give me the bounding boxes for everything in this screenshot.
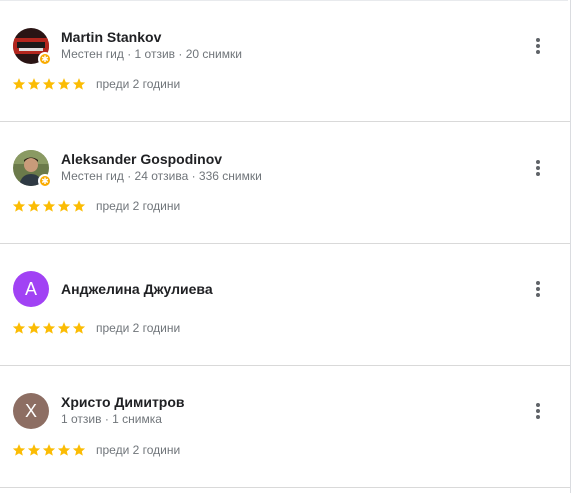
avatar[interactable]: ✱ [13,28,52,66]
rating-row: преди 2 години [12,77,180,91]
reviewer-name[interactable]: Христо Димитров [61,394,185,410]
star-icon [57,322,71,334]
more-vert-icon [536,281,540,297]
review-time: преди 2 години [96,321,181,335]
star-icon [42,200,56,212]
star-icon [72,444,86,456]
star-icon [57,78,71,90]
local-guide-badge-icon: ✱ [38,174,52,188]
more-options-button[interactable] [526,277,550,301]
star-icon [12,78,26,90]
reviewer-name[interactable]: Анджелина Джулиева [61,281,213,297]
avatar-letter: A [13,271,49,307]
star-icon [27,444,41,456]
more-vert-icon [536,403,540,419]
review-time: преди 2 години [96,443,181,457]
star-icon [27,322,41,334]
reviewer-name[interactable]: Aleksander Gospodinov [61,151,222,167]
rating-row: преди 2 години [12,443,180,457]
star-rating [12,443,86,457]
avatar[interactable]: X [13,393,49,429]
avatar[interactable]: A [13,271,49,307]
star-rating [12,77,86,91]
review-card: X Христо Димитров 1 отзив · 1 снимка пре… [0,366,570,488]
star-icon [12,200,26,212]
rating-row: преди 2 години [12,321,180,335]
star-icon [12,444,26,456]
rating-row: преди 2 години [12,199,180,213]
review-card: ✱ Martin Stankov Местен гид · 1 отзив · … [0,0,570,122]
review-time: преди 2 години [96,199,181,213]
more-vert-icon [536,160,540,176]
star-icon [72,78,86,90]
star-icon [57,444,71,456]
reviewer-meta: Местен гид · 24 отзива · 336 снимки [61,169,262,183]
star-rating [12,199,86,213]
more-options-button[interactable] [526,156,550,180]
star-icon [42,322,56,334]
reviewer-meta: 1 отзив · 1 снимка [61,412,162,426]
star-icon [57,200,71,212]
reviews-panel: ✱ Martin Stankov Местен гид · 1 отзив · … [0,0,571,493]
review-card: A Анджелина Джулиева преди 2 години [0,244,570,366]
avatar[interactable]: ✱ [13,150,52,188]
more-options-button[interactable] [526,399,550,423]
reviewer-name[interactable]: Martin Stankov [61,29,161,45]
star-icon [42,444,56,456]
star-icon [27,78,41,90]
reviewer-meta: Местен гид · 1 отзив · 20 снимки [61,47,242,61]
more-vert-icon [536,38,540,54]
avatar-letter: X [13,393,49,429]
review-time: преди 2 години [96,77,181,91]
star-icon [12,322,26,334]
local-guide-badge-icon: ✱ [38,52,52,66]
more-options-button[interactable] [526,34,550,58]
star-icon [72,200,86,212]
star-icon [27,200,41,212]
star-rating [12,321,86,335]
star-icon [72,322,86,334]
review-card: ✱ Aleksander Gospodinov Местен гид · 24 … [0,122,570,244]
star-icon [42,78,56,90]
